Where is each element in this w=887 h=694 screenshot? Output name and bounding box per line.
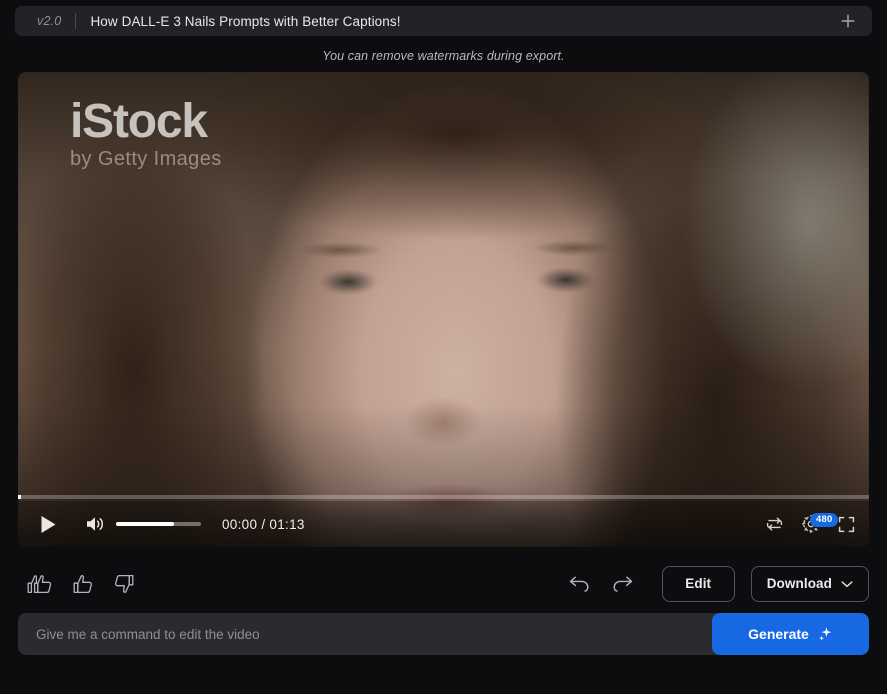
header: v2.0 How DALL-E 3 Nails Prompts with Bet… xyxy=(0,0,887,41)
action-bar: Edit Download xyxy=(0,547,887,607)
header-divider xyxy=(75,13,77,29)
project-title: How DALL-E 3 Nails Prompts with Better C… xyxy=(90,13,401,29)
chevron-down-icon xyxy=(841,580,853,588)
double-thumbs-up-icon[interactable] xyxy=(26,573,53,595)
timecode: 00:00 / 01:13 xyxy=(222,516,305,532)
progress-played xyxy=(18,495,22,499)
thumbs-down-icon[interactable] xyxy=(113,573,135,595)
volume-slider[interactable] xyxy=(116,522,201,526)
player-controls-layer: 00:00 / 01:13 480 xyxy=(18,495,869,547)
thumbs-up-icon[interactable] xyxy=(72,573,94,595)
video-editor-app: v2.0 How DALL-E 3 Nails Prompts with Bet… xyxy=(0,0,887,694)
video-player[interactable]: iStock by Getty Images 00:00 / 01:13 480 xyxy=(18,72,869,547)
video-frame xyxy=(18,72,869,547)
volume-slider-fill xyxy=(116,522,174,526)
sparkle-icon xyxy=(818,626,833,642)
player-controls: 00:00 / 01:13 480 xyxy=(18,501,869,547)
version-tag: v2.0 xyxy=(37,14,62,28)
redo-icon[interactable] xyxy=(611,574,634,594)
generate-button-label: Generate xyxy=(748,626,809,642)
volume-icon[interactable] xyxy=(85,515,106,533)
fullscreen-icon[interactable] xyxy=(838,516,855,533)
play-icon[interactable] xyxy=(40,515,57,534)
download-button[interactable]: Download xyxy=(750,565,869,602)
video-player-wrapper: iStock by Getty Images 00:00 / 01:13 480 xyxy=(18,72,869,547)
generate-button[interactable]: Generate xyxy=(712,613,869,655)
command-bar-wrapper: Generate xyxy=(0,613,887,655)
settings-control[interactable]: 480 xyxy=(801,513,839,534)
player-right-controls: 480 xyxy=(765,513,855,534)
history-group xyxy=(568,574,634,594)
command-input[interactable] xyxy=(18,613,712,655)
undo-icon[interactable] xyxy=(568,574,591,594)
rating-group xyxy=(26,573,135,595)
progress-bar[interactable] xyxy=(18,495,869,499)
command-bar: Generate xyxy=(18,613,869,655)
resolution-badge[interactable]: 480 xyxy=(810,513,839,527)
watermark-notice: You can remove watermarks during export. xyxy=(322,49,565,63)
loop-icon[interactable] xyxy=(765,516,784,532)
plus-icon[interactable] xyxy=(837,10,859,32)
edit-button[interactable]: Edit xyxy=(661,565,735,602)
version-bar[interactable]: v2.0 How DALL-E 3 Nails Prompts with Bet… xyxy=(15,6,872,36)
download-button-label: Download xyxy=(766,576,832,591)
